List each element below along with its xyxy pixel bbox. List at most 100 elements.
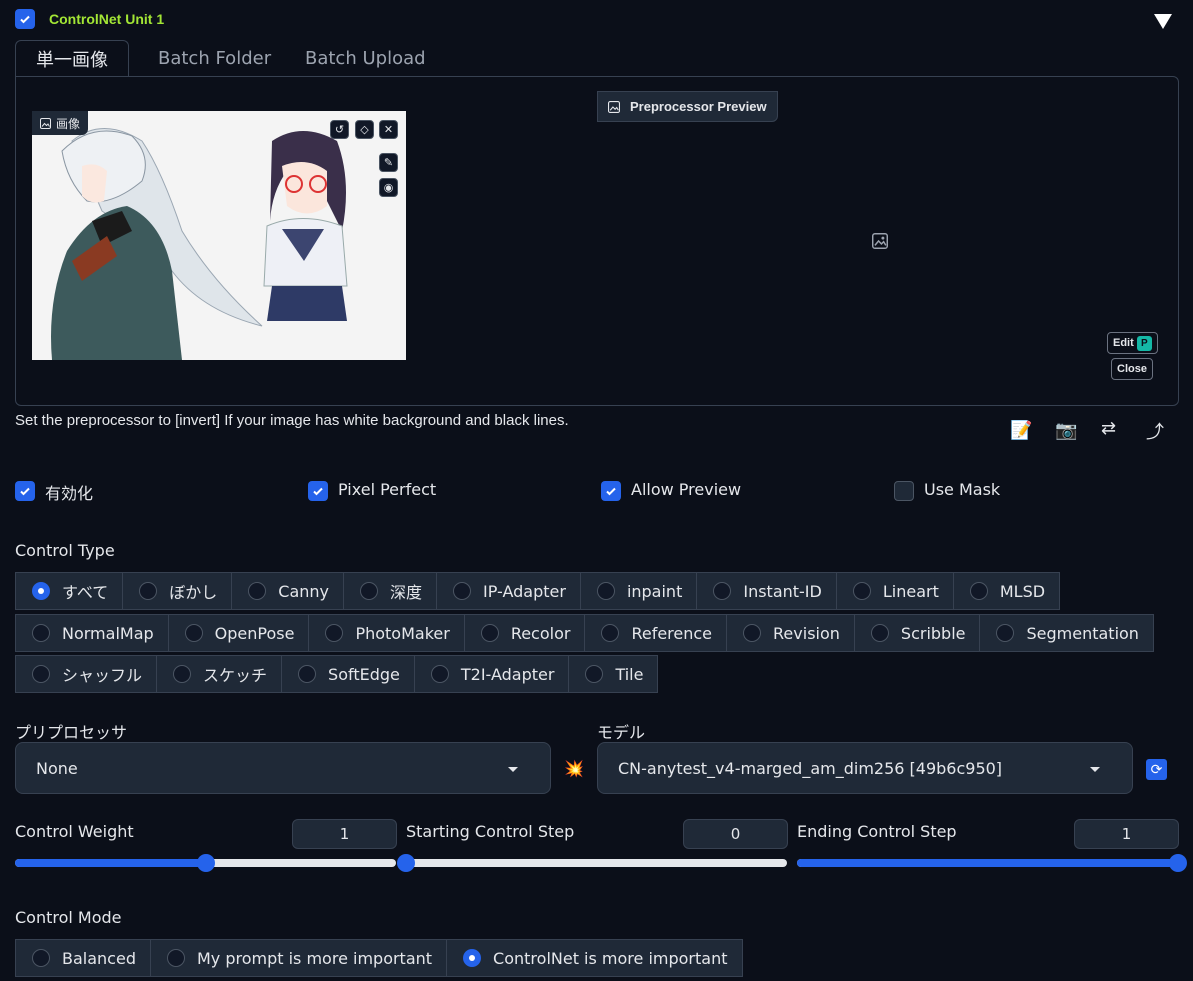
preprocessor-dropdown[interactable]: None: [15, 742, 551, 794]
radio-tile[interactable]: Tile: [568, 655, 659, 693]
control-weight-input[interactable]: 1: [292, 819, 397, 849]
close-icon[interactable]: ✕: [379, 120, 398, 139]
radio-dot-icon: [852, 582, 871, 600]
ending-step-input[interactable]: 1: [1074, 819, 1179, 849]
preprocessor-label: プリプロセッサ: [15, 723, 128, 742]
radio-label: IP-Adapter: [483, 581, 566, 601]
enable-checkbox[interactable]: [15, 481, 35, 501]
ending-step-slider[interactable]: [797, 854, 1187, 872]
slider-fill: [15, 859, 206, 867]
edit-button[interactable]: Edit P: [1107, 332, 1158, 354]
unit-enable-checkbox[interactable]: [15, 9, 35, 29]
radio-t2i-adapter[interactable]: T2I-Adapter: [413, 655, 570, 693]
undo-icon[interactable]: ↺: [330, 120, 349, 139]
radio-dot-icon: [969, 582, 988, 600]
radio-scribble[interactable]: Scribble: [853, 614, 981, 652]
radio-dot-icon: [139, 582, 158, 600]
allow-preview-label: Allow Preview: [631, 480, 742, 499]
slider-thumb[interactable]: [397, 854, 415, 872]
tab-batch-folder[interactable]: Batch Folder: [158, 40, 271, 77]
radio-label: SoftEdge: [328, 664, 400, 684]
radio-option[interactable]: すべて: [15, 572, 124, 610]
radio-recolor[interactable]: Recolor: [463, 614, 586, 652]
checkmark-icon: [313, 487, 323, 496]
tab-label: Batch Folder: [158, 48, 272, 69]
radio-label: Segmentation: [1026, 623, 1139, 643]
control-weight-slider[interactable]: [15, 854, 396, 872]
slider-fill: [797, 859, 1178, 867]
control-type-row-2: NormalMap OpenPose PhotoMaker Recolor Refere…: [15, 614, 1154, 652]
run-preprocessor-icon[interactable]: 💥: [564, 759, 584, 778]
camera-icon[interactable]: 📷: [1055, 420, 1077, 441]
radio-option[interactable]: ぼかし: [122, 572, 233, 610]
radio-label: 深度: [390, 583, 423, 602]
tab-batch-upload[interactable]: Batch Upload: [305, 40, 426, 77]
radio-lineart[interactable]: Lineart: [835, 572, 954, 610]
radio-dot-icon: [32, 624, 50, 642]
radio-label: スケッチ: [203, 666, 268, 685]
notepad-icon[interactable]: 📝: [1010, 420, 1032, 441]
radio-openpose[interactable]: OpenPose: [167, 614, 310, 652]
tab-single-image[interactable]: 単一画像: [15, 40, 129, 77]
hint-text: Set the preprocessor to [invert] If your…: [15, 412, 569, 429]
radio-dot-icon: [480, 624, 499, 642]
control-type-row-3: シャッフル スケッチ SoftEdge T2I-Adapter Tile: [15, 655, 659, 693]
radio-controlnet-is-more-important[interactable]: ControlNet is more important: [446, 939, 743, 977]
radio-revision[interactable]: Revision: [726, 614, 855, 652]
radio-label: Recolor: [510, 623, 571, 643]
pixel-perfect-checkbox[interactable]: [308, 481, 328, 501]
allow-preview-checkbox[interactable]: [601, 481, 621, 501]
radio-label: Canny: [278, 581, 329, 601]
radio-option[interactable]: シャッフル: [15, 655, 158, 693]
preprocessor-preview-label: Preprocessor Preview: [597, 91, 778, 122]
radio-dot-icon: [360, 582, 378, 600]
starting-step-slider[interactable]: [397, 854, 787, 872]
starting-step-input[interactable]: 0: [683, 819, 788, 849]
radio-mlsd[interactable]: MLSD: [952, 572, 1061, 610]
radio-label: inpaint: [626, 581, 683, 601]
radio-normalmap[interactable]: NormalMap: [15, 614, 169, 652]
pixel-perfect-label: Pixel Perfect: [338, 480, 437, 499]
slider-thumb[interactable]: [1169, 854, 1187, 872]
brush-icon[interactable]: ✎: [379, 153, 398, 172]
control-type-label: Control Type: [15, 541, 115, 560]
tab-label: Batch Upload: [305, 48, 426, 69]
palette-icon[interactable]: ◉: [379, 178, 398, 197]
model-dropdown[interactable]: CN-anytest_v4-marged_am_dim256 [49b6c950…: [597, 742, 1133, 794]
checkmark-icon: [20, 487, 30, 496]
radio-option[interactable]: 深度: [343, 572, 438, 610]
radio-ip-adapter[interactable]: IP-Adapter: [436, 572, 581, 610]
radio-dot-icon: [32, 665, 50, 683]
input-image[interactable]: [32, 111, 406, 360]
use-mask-checkbox[interactable]: [894, 481, 914, 501]
radio-dot-icon: [32, 582, 50, 600]
radio-instant-id[interactable]: Instant-ID: [696, 572, 837, 610]
radio-dot-icon: [430, 665, 449, 683]
send-dimensions-icon[interactable]: ⤴: [1146, 418, 1164, 444]
radio-segmentation[interactable]: Segmentation: [979, 614, 1154, 652]
radio-canny[interactable]: Canny: [231, 572, 344, 610]
radio-my-prompt-is-more-important[interactable]: My prompt is more important: [149, 939, 448, 977]
chevron-down-icon: [508, 767, 518, 772]
image-icon: [40, 117, 51, 129]
collapse-triangle-icon[interactable]: [1154, 14, 1172, 29]
eraser-icon[interactable]: ◇: [355, 120, 374, 139]
radio-label: MLSD: [999, 581, 1046, 601]
radio-balanced[interactable]: Balanced: [15, 939, 151, 977]
radio-dot-icon: [743, 624, 762, 642]
radio-dot-icon: [298, 665, 317, 683]
radio-option[interactable]: スケッチ: [156, 655, 283, 693]
close-button[interactable]: Close: [1111, 358, 1153, 380]
slider-thumb[interactable]: [196, 854, 215, 872]
radio-dot-icon: [596, 582, 615, 600]
radio-softedge[interactable]: SoftEdge: [281, 655, 415, 693]
refresh-icon[interactable]: ⟳: [1146, 759, 1167, 780]
starting-step-label: Starting Control Step: [406, 822, 575, 841]
swap-arrows-icon[interactable]: ⇄: [1101, 418, 1116, 439]
radio-inpaint[interactable]: inpaint: [579, 572, 698, 610]
radio-photomaker[interactable]: PhotoMaker: [308, 614, 465, 652]
radio-dot-icon: [248, 582, 267, 600]
radio-dot-icon: [166, 949, 185, 967]
radio-dot-icon: [32, 949, 50, 967]
radio-reference[interactable]: Reference: [584, 614, 728, 652]
